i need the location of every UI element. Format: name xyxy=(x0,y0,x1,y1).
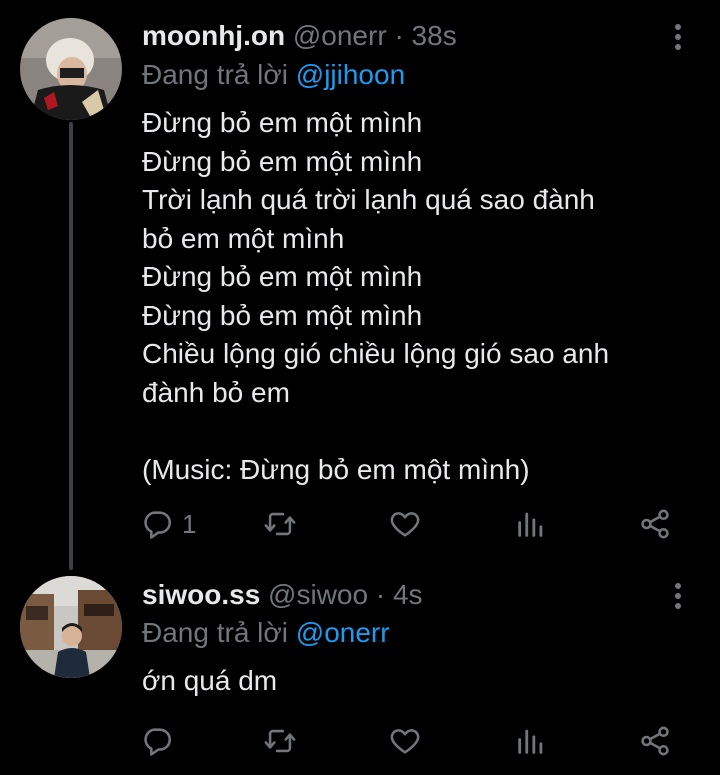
tweet-header: siwoo.ss @siwoo · 4s xyxy=(142,577,423,613)
more-dot xyxy=(675,34,681,40)
reply-count: 1 xyxy=(182,509,197,539)
more-options-button[interactable] xyxy=(662,17,694,57)
more-vertical-icon xyxy=(675,24,681,30)
tweet-text-line: (Music: Đừng bỏ em một mình) xyxy=(142,453,530,485)
share-button[interactable] xyxy=(638,504,672,544)
retweet-icon xyxy=(264,729,296,753)
user-handle[interactable]: @onerr xyxy=(293,20,387,51)
tweet-text-line: Đừng bỏ em một mình xyxy=(142,299,423,331)
avatar[interactable] xyxy=(20,576,122,678)
tweet-text-line: bỏ em một mình xyxy=(142,222,345,254)
reply-mention-link[interactable]: @onerr xyxy=(296,617,390,648)
reply-context: Đang trả lời @onerr xyxy=(142,615,390,651)
retweet-icon xyxy=(264,512,296,536)
tweet-text-line: Chiều lộng gió chiều lộng gió sao anh xyxy=(142,338,610,369)
reply-button[interactable] xyxy=(140,721,182,761)
analytics-button[interactable] xyxy=(514,504,548,544)
separator: · xyxy=(375,579,386,610)
reply-button[interactable]: 1 xyxy=(140,504,196,544)
tweet-text-line: ớn quá dm xyxy=(142,665,278,696)
heart-icon xyxy=(390,512,420,537)
tweet[interactable]: moonhj.on @onerr · 38s Đang trả lời @jji… xyxy=(0,0,720,562)
user-handle[interactable]: @siwoo xyxy=(268,579,368,610)
analytics-icon xyxy=(518,512,543,537)
share-icon xyxy=(641,509,669,539)
reply-context-prefix: Đang trả lời xyxy=(142,617,288,648)
tweet-text-line: Đừng bỏ em một mình xyxy=(142,145,423,177)
reply-icon xyxy=(144,511,172,539)
tweet-text: ớn quá dm xyxy=(142,662,702,701)
more-vertical-icon xyxy=(675,583,681,589)
reply-icon xyxy=(144,728,172,756)
avatar[interactable] xyxy=(20,18,122,120)
reply-mention-link[interactable]: @jjihoon xyxy=(296,59,405,90)
more-dot xyxy=(675,44,681,50)
more-dot xyxy=(675,593,681,599)
display-name[interactable]: siwoo.ss xyxy=(142,579,260,610)
share-button[interactable] xyxy=(638,721,672,761)
separator: · xyxy=(394,20,404,51)
reply-context: Đang trả lời @jjihoon xyxy=(142,57,405,93)
heart-icon xyxy=(390,729,420,754)
analytics-button[interactable] xyxy=(514,721,548,761)
like-button[interactable] xyxy=(388,504,422,544)
more-options-button[interactable] xyxy=(662,576,694,616)
like-button[interactable] xyxy=(388,721,422,761)
reply-context-prefix: Đang trả lời xyxy=(142,59,288,90)
timestamp[interactable]: 4s xyxy=(393,579,423,610)
analytics-icon xyxy=(518,729,543,754)
tweet-text-line: Trời lạnh quá trời lạnh quá sao đành xyxy=(142,184,595,215)
tweet-text-line: Đừng bỏ em một mình xyxy=(142,107,423,138)
share-icon xyxy=(641,726,669,756)
tweet-text-line: đành bỏ em xyxy=(142,376,290,408)
tweet[interactable]: siwoo.ss @siwoo · 4s Đang trả lời @onerr… xyxy=(0,562,720,775)
retweet-button[interactable] xyxy=(263,721,297,761)
display-name[interactable]: moonhj.on xyxy=(142,20,285,51)
retweet-button[interactable] xyxy=(263,504,297,544)
tweet-text-line: Đừng bỏ em một mình xyxy=(142,261,423,292)
more-dot xyxy=(675,603,681,609)
action-bar: 1 xyxy=(0,504,720,544)
tweet-header: moonhj.on @onerr · 38s xyxy=(142,18,457,54)
action-bar xyxy=(0,721,720,761)
tweet-text: Đừng bỏ em một mình Đừng bỏ em một mình … xyxy=(142,104,702,489)
timestamp[interactable]: 38s xyxy=(412,20,457,51)
